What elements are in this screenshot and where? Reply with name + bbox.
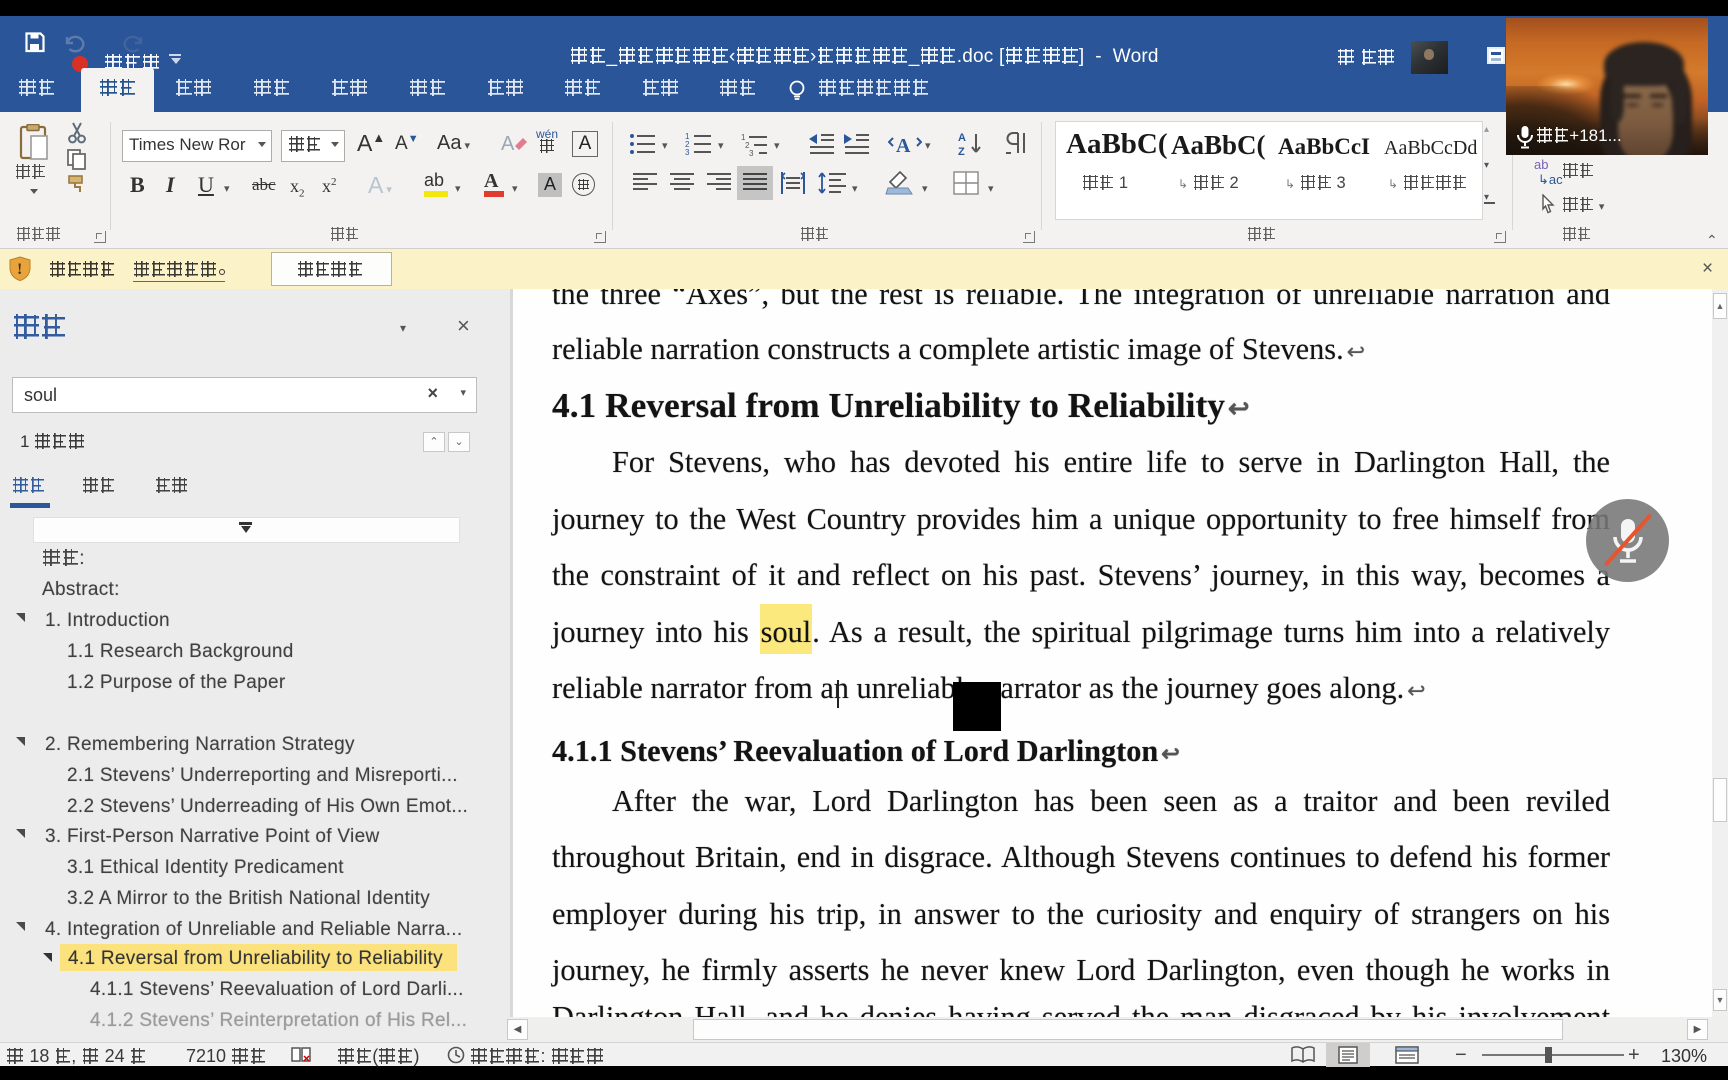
- svg-text:!: !: [17, 261, 22, 278]
- svg-text:3: 3: [749, 149, 754, 156]
- svg-text:3: 3: [685, 148, 690, 156]
- svg-text:Z: Z: [958, 146, 965, 158]
- svg-text:A: A: [958, 132, 966, 144]
- svg-text:A: A: [501, 133, 515, 155]
- svg-text:A: A: [896, 135, 911, 157]
